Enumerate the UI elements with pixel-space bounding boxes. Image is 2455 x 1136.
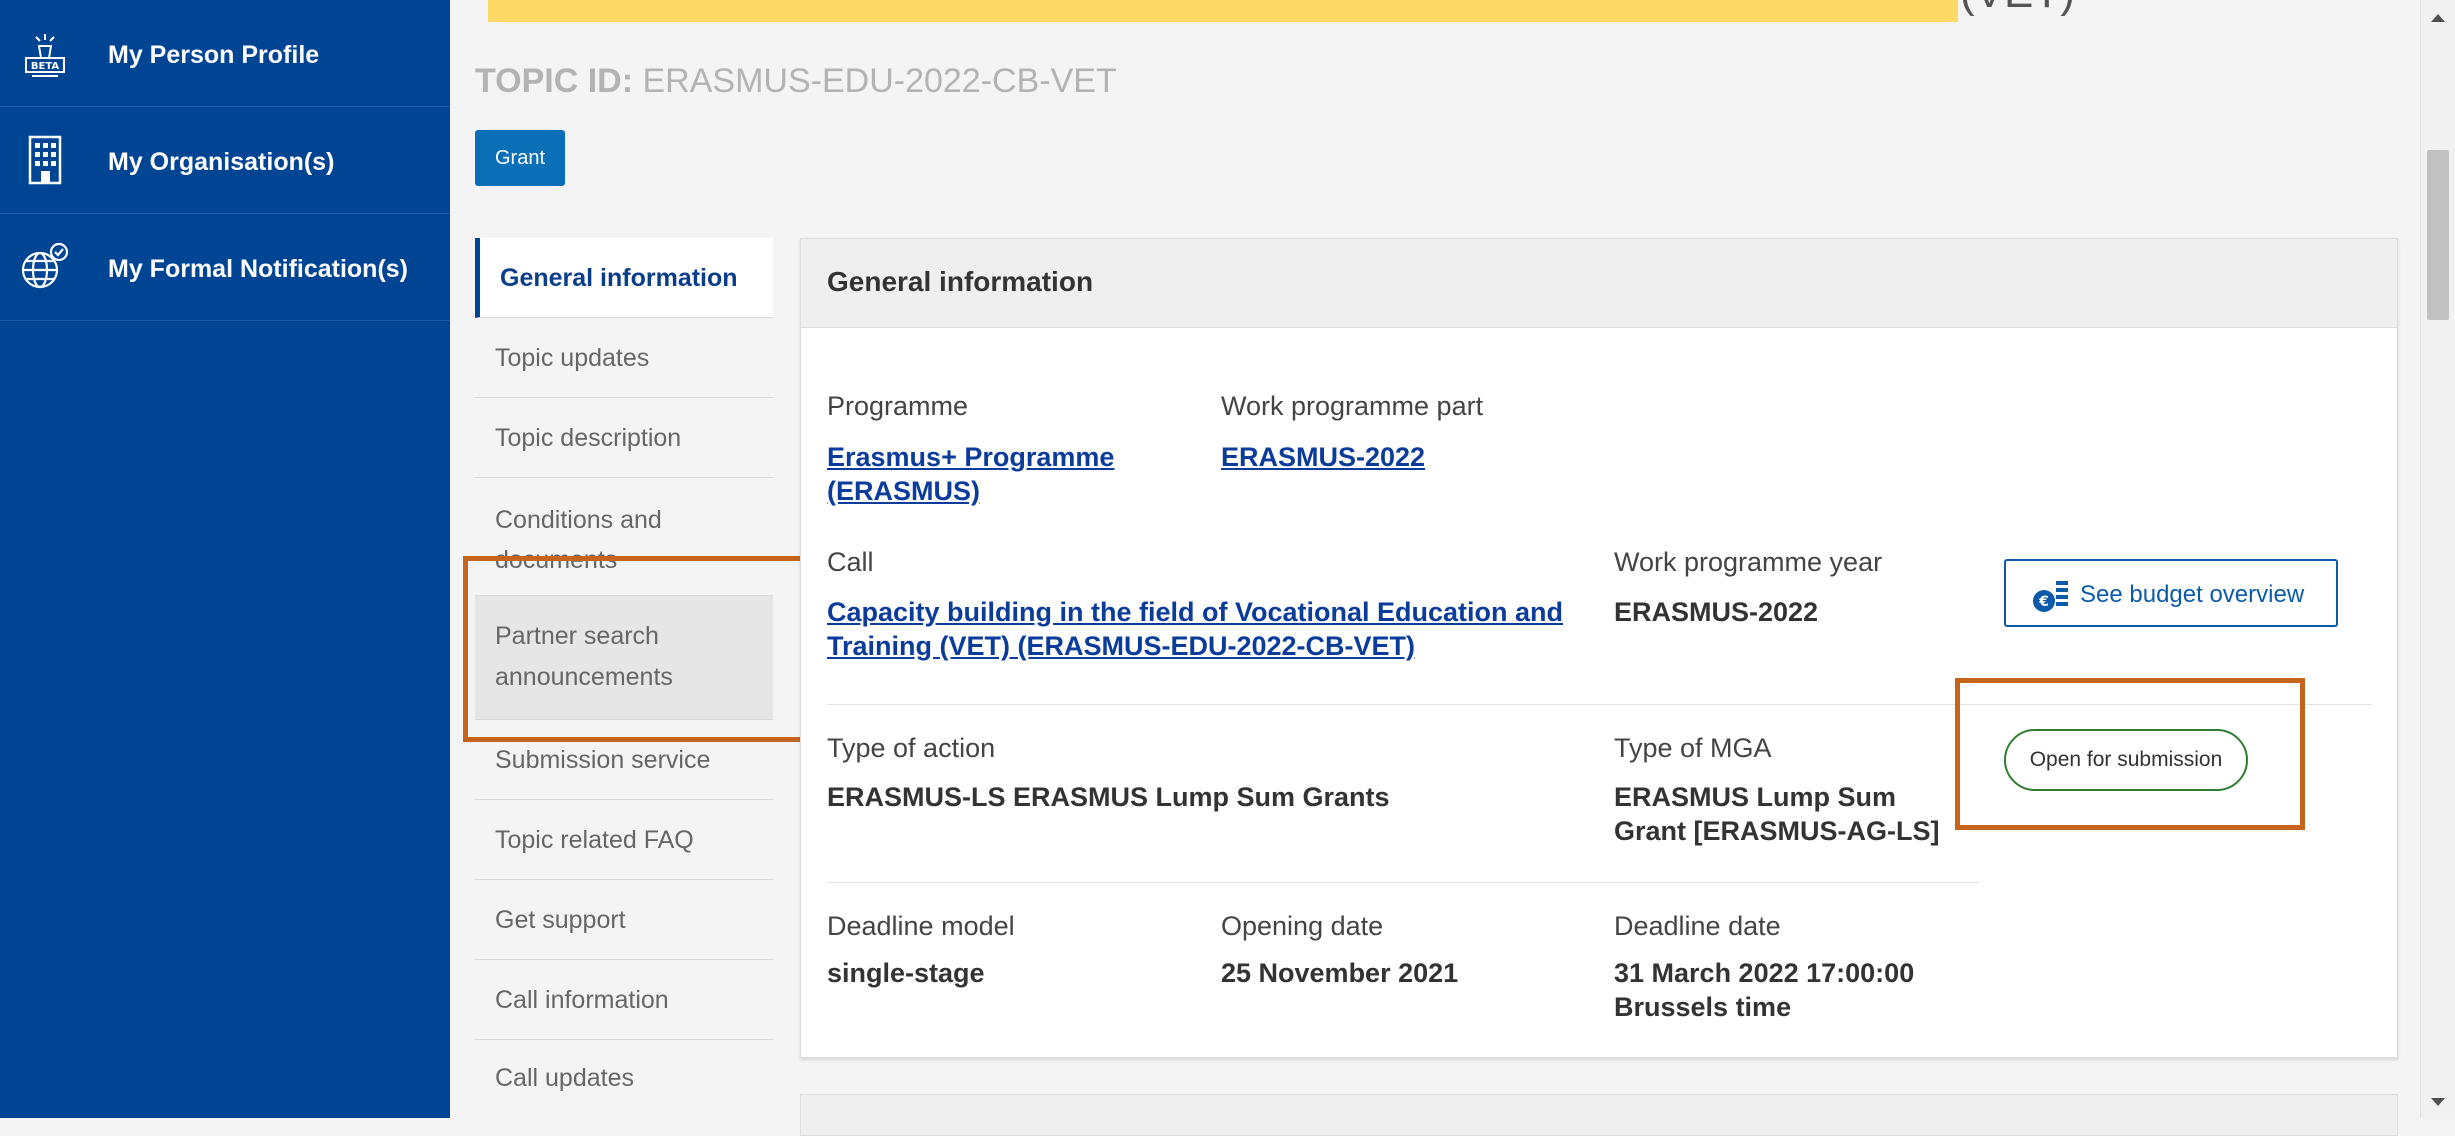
programme-link[interactable]: Erasmus+ Programme (ERASMUS) bbox=[827, 440, 1157, 508]
svg-text:€: € bbox=[2038, 594, 2049, 610]
nav-label-organisations: My Organisation(s) bbox=[108, 148, 335, 176]
grant-badge: Grant bbox=[475, 130, 566, 186]
deadline-date-label: Deadline date bbox=[1614, 911, 1781, 941]
nav-label-formal-notifications: My Formal Notification(s) bbox=[108, 255, 409, 283]
title-highlight bbox=[488, 0, 1958, 22]
mga-label: Type of MGA bbox=[1614, 733, 1772, 763]
deadline-model-label: Deadline model bbox=[827, 911, 1015, 941]
page-scrollbar[interactable] bbox=[2420, 0, 2455, 1118]
wpy-value: ERASMUS-2022 bbox=[1614, 597, 1819, 627]
euro-coins-icon: € bbox=[2033, 581, 2068, 612]
programme-label: Programme bbox=[827, 391, 969, 421]
beta-lighthouse-icon: BETA bbox=[25, 34, 65, 77]
call-label: Call bbox=[827, 547, 874, 577]
panel-header: General information bbox=[801, 239, 2397, 328]
menu-submission-service[interactable]: Submission service bbox=[475, 720, 773, 800]
scroll-down-arrow-icon[interactable] bbox=[2431, 1098, 2445, 1106]
next-panel-header bbox=[800, 1094, 2398, 1136]
divider-2 bbox=[827, 882, 1979, 883]
menu-conditions-documents[interactable]: Conditions and documents bbox=[475, 478, 773, 596]
wpp-label: Work programme part bbox=[1221, 391, 1484, 421]
wpp-link[interactable]: ERASMUS-2022 bbox=[1221, 440, 1425, 474]
general-information-panel: General information Programme Erasmus+ P… bbox=[800, 238, 2398, 1058]
opening-date-label: Opening date bbox=[1221, 911, 1384, 941]
action-value: ERASMUS-LS ERASMUS Lump Sum Grants bbox=[827, 782, 1390, 812]
main-content: (VET) TOPIC ID: ERASMUS-EDU-2022-CB-VET … bbox=[450, 0, 2420, 1136]
call-link[interactable]: Capacity building in the field of Vocati… bbox=[827, 595, 1587, 663]
nav-item-person-profile[interactable]: BETA My Person Profile bbox=[0, 0, 450, 107]
see-budget-overview-button[interactable]: € See budget overview bbox=[2004, 559, 2338, 627]
nav-label-person-profile: My Person Profile bbox=[108, 41, 320, 69]
wpy-label: Work programme year bbox=[1614, 547, 1883, 577]
divider-1 bbox=[827, 704, 2372, 705]
globe-notification-icon bbox=[21, 242, 69, 289]
menu-call-updates[interactable]: Call updates bbox=[475, 1040, 773, 1116]
menu-topic-updates[interactable]: Topic updates bbox=[475, 318, 773, 398]
budget-button-label: See budget overview bbox=[2080, 581, 2305, 608]
page-title-tail: (VET) bbox=[1960, 0, 2075, 28]
building-icon bbox=[28, 135, 62, 185]
menu-partner-search[interactable]: Partner search announcements bbox=[475, 596, 773, 720]
action-label: Type of action bbox=[827, 733, 996, 763]
menu-general-information[interactable]: General information bbox=[475, 238, 773, 318]
menu-topic-description[interactable]: Topic description bbox=[475, 398, 773, 478]
deadline-date-value: 31 March 2022 17:00:00 Brussels time bbox=[1614, 958, 1915, 1022]
topic-id: TOPIC ID: ERASMUS-EDU-2022-CB-VET bbox=[475, 62, 1117, 101]
menu-get-support[interactable]: Get support bbox=[475, 880, 773, 960]
nav-item-formal-notifications[interactable]: My Formal Notification(s) bbox=[0, 214, 450, 321]
nav-item-organisations[interactable]: My Organisation(s) bbox=[0, 107, 450, 214]
menu-topic-faq[interactable]: Topic related FAQ bbox=[475, 800, 773, 880]
scroll-up-arrow-icon[interactable] bbox=[2431, 14, 2445, 22]
mga-value: ERASMUS Lump Sum Grant [ERASMUS-AG-LS] bbox=[1614, 782, 1940, 846]
svg-text:BETA: BETA bbox=[31, 61, 59, 72]
topic-id-value: ERASMUS-EDU-2022-CB-VET bbox=[642, 62, 1117, 100]
panel-title: General information bbox=[827, 266, 1094, 297]
topic-id-label: TOPIC ID: bbox=[475, 62, 634, 100]
deadline-model-value: single-stage bbox=[827, 958, 985, 988]
status-badge: Open for submission bbox=[2004, 729, 2248, 791]
scroll-thumb[interactable] bbox=[2427, 150, 2449, 320]
left-navigation: BETA My Person Profile My Organisation(s… bbox=[0, 0, 450, 1118]
opening-date-value: 25 November 2021 bbox=[1221, 958, 1459, 988]
menu-call-information[interactable]: Call information bbox=[475, 960, 773, 1040]
